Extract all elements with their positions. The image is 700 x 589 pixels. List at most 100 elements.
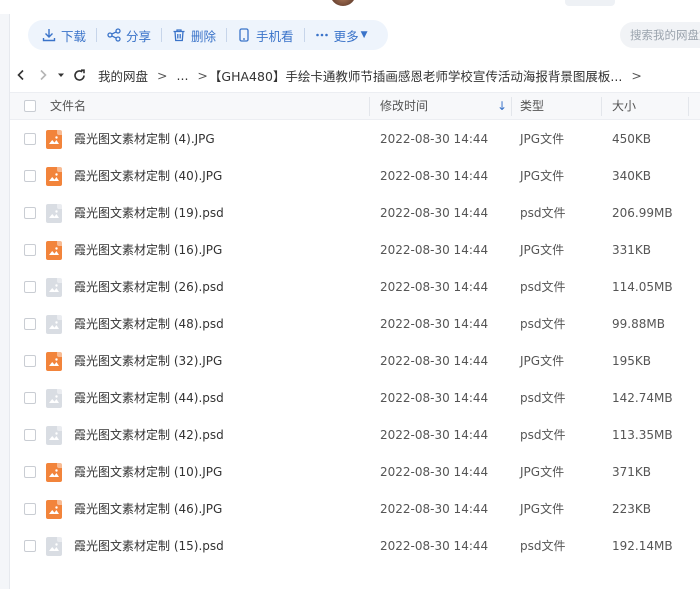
top-tab-edge [565,0,615,6]
file-row[interactable]: 霞光图文素材定制 (15).psd 2022-08-30 14:44 psd文件 19… [10,528,700,565]
column-divider [688,97,689,116]
file-name[interactable]: 霞光图文素材定制 (26).psd [74,269,224,306]
download-icon [42,29,56,42]
file-size: 340KB [612,169,652,183]
psd-file-icon [46,426,62,445]
image-file-icon [46,352,62,371]
select-all-checkbox[interactable] [24,100,36,112]
row-checkbox[interactable] [24,281,36,293]
row-checkbox[interactable] [24,503,36,515]
file-size: 206.99MB [612,206,673,220]
row-checkbox[interactable] [24,133,36,145]
row-checkbox[interactable] [24,355,36,367]
file-size: 450KB [612,132,652,146]
column-header-type[interactable]: 类型 [520,93,544,120]
file-name[interactable]: 霞光图文素材定制 (32).JPG [74,343,222,380]
row-checkbox[interactable] [24,318,36,330]
file-modified: 2022-08-30 14:44 [380,539,489,553]
search-input[interactable]: 搜索我的网盘文 [620,22,700,48]
file-name[interactable]: 霞光图文素材定制 (40).JPG [74,158,222,195]
file-modified: 2022-08-30 14:44 [380,428,489,442]
row-checkbox[interactable] [24,244,36,256]
share-label: 分享 [126,28,152,44]
column-header-modified[interactable]: 修改时间 [380,93,428,120]
file-size: 114.05MB [612,280,673,294]
delete-button[interactable]: 删除 [162,20,226,50]
file-modified: 2022-08-30 14:44 [380,354,489,368]
breadcrumb-root[interactable]: 我的网盘 [98,66,148,85]
row-checkbox[interactable] [24,207,36,219]
file-modified: 2022-08-30 14:44 [380,206,489,220]
file-modified: 2022-08-30 14:44 [380,502,489,516]
psd-file-icon [46,315,62,334]
file-row[interactable]: 霞光图文素材定制 (44).psd 2022-08-30 14:44 psd文件 14… [10,380,700,417]
image-file-icon [46,241,62,260]
refresh-icon [73,68,85,81]
file-size: 142.74MB [612,391,673,405]
file-name[interactable]: 霞光图文素材定制 (4).JPG [74,121,215,158]
share-button[interactable]: 分享 [97,20,161,50]
breadcrumb-current-folder[interactable]: 【GHA480】手绘卡通教师节插画感恩老师学校宣传活动海报背景图展板... [209,66,622,85]
left-panel-edge [0,14,10,589]
file-type: JPG文件 [520,502,565,516]
phone-view-button[interactable]: 手机看 [227,20,304,50]
file-type: psd文件 [520,206,566,220]
download-label: 下载 [61,28,87,44]
row-checkbox[interactable] [24,466,36,478]
row-checkbox[interactable] [24,540,36,552]
caret-down-icon [58,73,64,77]
file-name[interactable]: 霞光图文素材定制 (19).psd [74,195,224,232]
file-name[interactable]: 霞光图文素材定制 (42).psd [74,417,224,454]
download-button[interactable]: 下载 [32,20,96,50]
file-row[interactable]: 霞光图文素材定制 (4).JPG 2022-08-30 14:44 JPG文件 450… [10,121,700,158]
file-type: JPG文件 [520,243,565,257]
forward-button[interactable] [32,64,54,86]
file-modified: 2022-08-30 14:44 [380,243,489,257]
column-header-name[interactable]: 文件名 [50,93,86,120]
file-row[interactable]: 霞光图文素材定制 (16).JPG 2022-08-30 14:44 JPG文件 33… [10,232,700,269]
breadcrumb-ellipsis[interactable]: ... [177,68,189,83]
file-modified: 2022-08-30 14:44 [380,465,489,479]
refresh-button[interactable] [68,64,90,86]
phone-icon [239,28,249,42]
file-size: 99.88MB [612,317,665,331]
file-name[interactable]: 霞光图文素材定制 (46).JPG [74,491,222,528]
caret-down-icon: ▼ [360,30,368,40]
row-checkbox[interactable] [24,392,36,404]
file-type: JPG文件 [520,354,565,368]
file-row[interactable]: 霞光图文素材定制 (42).psd 2022-08-30 14:44 psd文件 11… [10,417,700,454]
file-row[interactable]: 霞光图文素材定制 (40).JPG 2022-08-30 14:44 JPG文件 34… [10,158,700,195]
file-type: JPG文件 [520,132,565,146]
file-row[interactable]: 霞光图文素材定制 (48).psd 2022-08-30 14:44 psd文件 99… [10,306,700,343]
file-size: 113.35MB [612,428,673,442]
column-header-size[interactable]: 大小 [612,93,636,120]
file-name[interactable]: 霞光图文素材定制 (16).JPG [74,232,222,269]
file-row[interactable]: 霞光图文素材定制 (46).JPG 2022-08-30 14:44 JPG文件 22… [10,491,700,528]
file-name[interactable]: 霞光图文素材定制 (15).psd [74,528,224,565]
row-checkbox[interactable] [24,429,36,441]
file-row[interactable]: 霞光图文素材定制 (10).JPG 2022-08-30 14:44 JPG文件 37… [10,454,700,491]
file-name[interactable]: 霞光图文素材定制 (48).psd [74,306,224,343]
file-type: psd文件 [520,317,566,331]
file-name[interactable]: 霞光图文素材定制 (10).JPG [74,454,222,491]
file-name[interactable]: 霞光图文素材定制 (44).psd [74,380,224,417]
file-size: 331KB [612,243,652,257]
back-button[interactable] [10,64,32,86]
history-dropdown[interactable] [54,64,68,86]
psd-file-icon [46,278,62,297]
file-type: psd文件 [520,280,566,294]
more-button[interactable]: 更多 ▼ [305,20,378,50]
image-file-icon [46,500,62,519]
file-modified: 2022-08-30 14:44 [380,132,489,146]
file-row[interactable]: 霞光图文素材定制 (19).psd 2022-08-30 14:44 psd文件 20… [10,195,700,232]
file-size: 371KB [612,465,652,479]
psd-file-icon [46,389,62,408]
file-row[interactable]: 霞光图文素材定制 (26).psd 2022-08-30 14:44 psd文件 11… [10,269,700,306]
image-file-icon [46,130,62,149]
row-checkbox[interactable] [24,170,36,182]
column-divider [511,97,512,116]
sort-arrow-icon[interactable]: ↓ [497,99,507,113]
file-row[interactable]: 霞光图文素材定制 (32).JPG 2022-08-30 14:44 JPG文件 19… [10,343,700,380]
breadcrumb-separator: > [631,67,642,83]
more-dots-icon [315,33,328,37]
